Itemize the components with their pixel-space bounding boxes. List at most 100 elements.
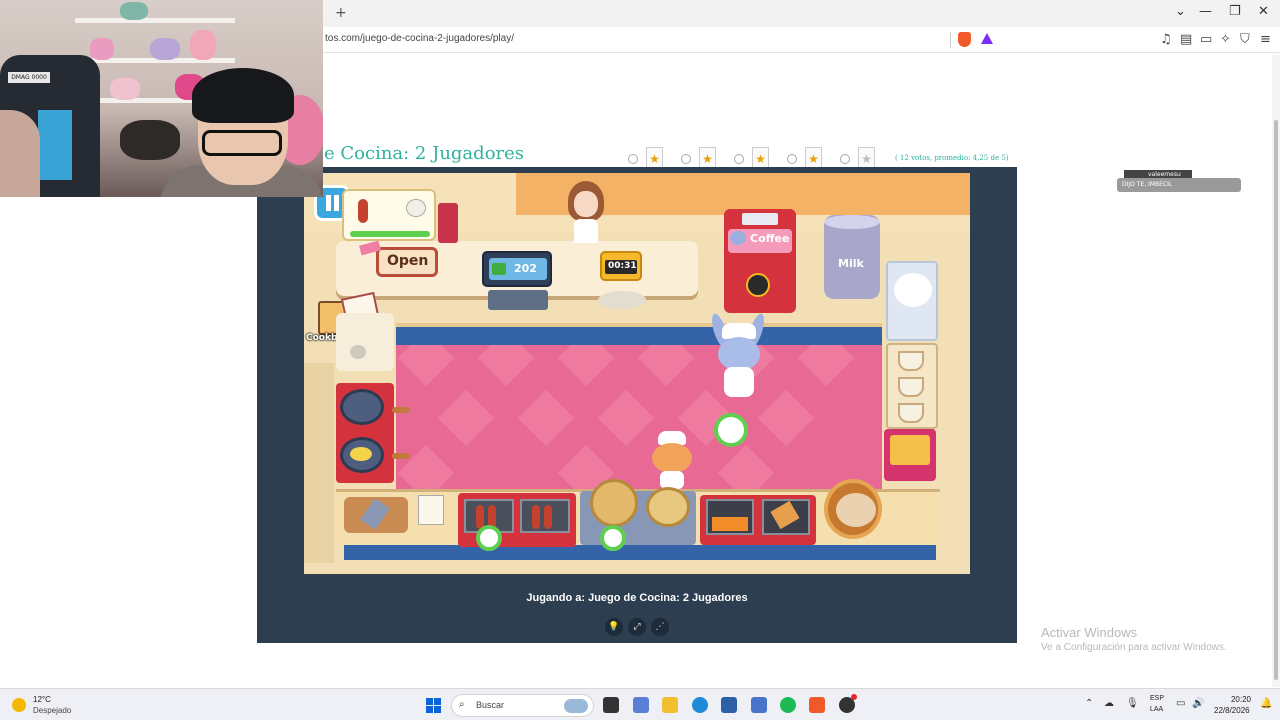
floor-tile (597, 389, 655, 447)
wallet-icon[interactable]: ▭ (1200, 32, 1212, 47)
stove[interactable] (336, 383, 394, 483)
address-separator (950, 32, 951, 48)
cup-icon (898, 403, 924, 423)
search-highlight-icon (564, 699, 588, 713)
steamer-station[interactable] (580, 479, 696, 545)
timer-box: 00:31 (600, 251, 642, 281)
brave-rewards-icon[interactable] (981, 33, 993, 44)
brave-shields-icon[interactable] (958, 32, 971, 47)
moon-weather-icon[interactable] (12, 698, 26, 712)
left-counter-top (336, 313, 394, 371)
sausage-icon (532, 505, 540, 529)
cutting-board[interactable] (344, 497, 408, 533)
menu-icon[interactable]: ≡ (1260, 32, 1271, 47)
close-button[interactable]: ✕ (1258, 4, 1269, 19)
game-canvas[interactable]: Open 202 00:31 Coffee Milk Cookbook (304, 173, 970, 574)
cloud-icon[interactable]: ☁ (1104, 698, 1114, 709)
page-title: e Cocina: 2 Jugadores (324, 143, 525, 164)
coffee-machine[interactable]: Coffee (724, 209, 796, 313)
milk-tank[interactable]: Milk (824, 215, 880, 299)
url-field[interactable]: tos.com/juego-de-cocina-2-jugadores/play… (325, 33, 514, 44)
webcam-toy (110, 78, 140, 100)
search-placeholder: Buscar (476, 700, 505, 710)
egg-icon (350, 447, 372, 461)
coffee-timer-icon (746, 273, 770, 297)
star-radio-2[interactable] (681, 154, 691, 164)
media-icon[interactable]: ♫ (1160, 32, 1172, 47)
file-explorer-icon[interactable] (662, 697, 678, 713)
edge-icon[interactable] (692, 697, 708, 713)
cat-chef-character (650, 431, 694, 491)
fryer-station[interactable] (700, 495, 816, 545)
order-ticket (342, 189, 436, 241)
webcam-shelf (75, 18, 235, 23)
floor-tile (517, 389, 575, 447)
page-scrollbar-thumb[interactable] (1274, 120, 1278, 680)
plate-stack-icon (894, 273, 932, 307)
pan-handle (392, 407, 410, 413)
left-wall (304, 363, 334, 563)
notepad-icon (418, 495, 444, 525)
sidebar-icon[interactable]: ▤ (1180, 32, 1192, 47)
widgets-icon[interactable] (633, 697, 649, 713)
cup-shelf[interactable] (886, 343, 938, 429)
keyboard-layout-indicator[interactable]: LAA (1150, 706, 1163, 713)
windows-start-icon[interactable] (426, 698, 441, 713)
leo-ai-icon[interactable]: ✧ (1220, 32, 1231, 47)
fryer-oil-icon (712, 517, 748, 531)
star-radio-1[interactable] (628, 154, 638, 164)
votes-summary: ( 12 votos, promedio: 4,25 de 5) (895, 154, 1009, 162)
fullscreen-icon[interactable]: ⤢ (628, 618, 646, 636)
register-base (488, 290, 548, 310)
bread-basket[interactable] (824, 479, 882, 539)
star-radio-5[interactable] (840, 154, 850, 164)
money-icon (492, 263, 506, 275)
clock-time[interactable]: 20:20 (1226, 695, 1251, 704)
frying-pan-icon (340, 389, 384, 425)
star-radio-4[interactable] (787, 154, 797, 164)
cashier-face (574, 191, 598, 217)
store-icon[interactable] (721, 697, 737, 713)
bottom-counter-rail (344, 545, 936, 560)
steamer-timer-icon (600, 525, 626, 551)
plate-shelf[interactable] (886, 261, 938, 341)
share-icon[interactable]: ⋰ (651, 618, 669, 636)
clock-date[interactable]: 22/8/2026 (1214, 706, 1250, 715)
volume-icon[interactable]: 🔊 (1192, 698, 1204, 709)
minimize-button[interactable]: — (1199, 4, 1212, 19)
taskbar-search[interactable]: ⌕ Buscar (451, 694, 594, 717)
webcam-toy (150, 38, 180, 60)
webcam-second-person (0, 110, 40, 197)
task-view-icon[interactable] (603, 697, 619, 713)
new-tab-button[interactable]: + (335, 5, 347, 21)
network-icon[interactable]: ▭ (1176, 698, 1185, 709)
brave-icon[interactable] (809, 697, 825, 713)
weather-condition[interactable]: Despejado (33, 706, 71, 715)
vpn-icon[interactable]: ⛉ (1240, 32, 1250, 47)
notifications-icon[interactable]: 🔔 (1260, 698, 1272, 709)
back-counter-rail (396, 323, 882, 345)
chevron-up-icon[interactable]: ⌃ (1085, 698, 1093, 709)
outlook-icon[interactable] (751, 697, 767, 713)
open-sign-label: Open (387, 253, 429, 269)
activation-watermark-title: Activar Windows (1041, 625, 1138, 640)
pause-icon (334, 195, 339, 211)
open-sign[interactable]: Open (376, 247, 438, 277)
coffee-grille (742, 213, 778, 225)
tab-list-button[interactable]: ⌄ (1175, 4, 1186, 19)
weather-temperature[interactable]: 12°C (33, 695, 51, 704)
pause-icon (326, 195, 331, 211)
webcam-streamer-glasses (202, 130, 282, 156)
language-indicator[interactable]: ESP (1150, 695, 1164, 702)
kitchen-floor (396, 328, 882, 493)
microphone-icon[interactable]: 🎙 (1126, 698, 1139, 709)
chat-message: DIJO TE, IMBECIL (1117, 178, 1241, 192)
spotify-icon[interactable] (780, 697, 796, 713)
door (438, 203, 458, 243)
star-radio-3[interactable] (734, 154, 744, 164)
restore-button[interactable]: ❐ (1229, 4, 1241, 19)
lightbulb-icon[interactable]: 💡 (605, 618, 623, 636)
activation-watermark-subtitle: Ve a Configuración para activar Windows. (1041, 642, 1227, 653)
screen: + ⌄ — ❐ ✕ tos.com/juego-de-cocina-2-juga… (0, 0, 1280, 720)
trash-bin[interactable] (884, 429, 936, 481)
